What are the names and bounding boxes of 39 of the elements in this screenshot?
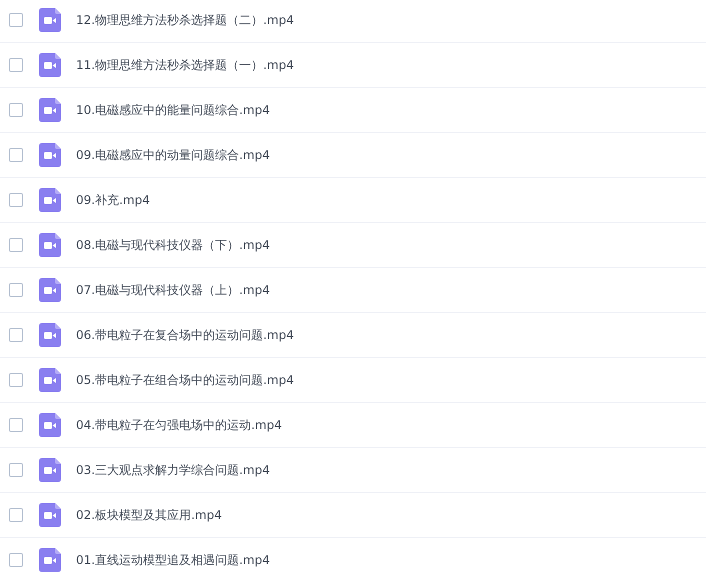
checkbox[interactable] (9, 283, 23, 297)
file-name[interactable]: 04.带电粒子在匀强电场中的运动.mp4 (76, 416, 282, 434)
file-name[interactable]: 06.带电粒子在复合场中的运动问题.mp4 (76, 326, 294, 344)
checkbox[interactable] (9, 103, 23, 117)
file-name[interactable]: 12.物理思维方法秒杀选择题（二）.mp4 (76, 12, 294, 28)
video-file-icon (39, 188, 61, 212)
video-file-icon (39, 233, 61, 257)
video-file-icon (39, 98, 61, 122)
file-name[interactable]: 08.电磁与现代科技仪器（下）.mp4 (76, 236, 270, 254)
file-name[interactable]: 05.带电粒子在组合场中的运动问题.mp4 (76, 372, 294, 388)
checkbox[interactable] (9, 193, 23, 207)
file-name[interactable]: 01.直线运动模型追及相遇问题.mp4 (76, 552, 270, 568)
file-name[interactable]: 02.板块模型及其应用.mp4 (76, 506, 222, 524)
file-name[interactable]: 09.补充.mp4 (76, 192, 150, 208)
video-file-icon (39, 458, 61, 482)
video-file-icon (39, 143, 61, 167)
file-name[interactable]: 11.物理思维方法秒杀选择题（一）.mp4 (76, 56, 294, 74)
checkbox[interactable] (9, 148, 23, 162)
video-file-icon (39, 8, 61, 32)
checkbox[interactable] (9, 238, 23, 252)
checkbox[interactable] (9, 463, 23, 477)
checkbox[interactable] (9, 418, 23, 432)
video-file-icon (39, 368, 61, 392)
file-name[interactable]: 03.三大观点求解力学综合问题.mp4 (76, 462, 270, 478)
checkbox[interactable] (9, 328, 23, 342)
checkbox[interactable] (9, 373, 23, 387)
checkbox[interactable] (9, 58, 23, 72)
video-file-icon (39, 413, 61, 437)
video-file-icon (39, 53, 61, 77)
video-file-icon (39, 278, 61, 302)
video-file-icon (39, 548, 61, 572)
file-name[interactable]: 10.电磁感应中的能量问题综合.mp4 (76, 102, 270, 118)
checkbox[interactable] (9, 13, 23, 27)
file-name[interactable]: 09.电磁感应中的动量问题综合.mp4 (76, 146, 270, 164)
checkbox[interactable] (9, 553, 23, 567)
file-name[interactable]: 07.电磁与现代科技仪器（上）.mp4 (76, 282, 270, 298)
checkbox[interactable] (9, 508, 23, 522)
video-file-icon (39, 503, 61, 527)
video-file-icon (39, 323, 61, 347)
